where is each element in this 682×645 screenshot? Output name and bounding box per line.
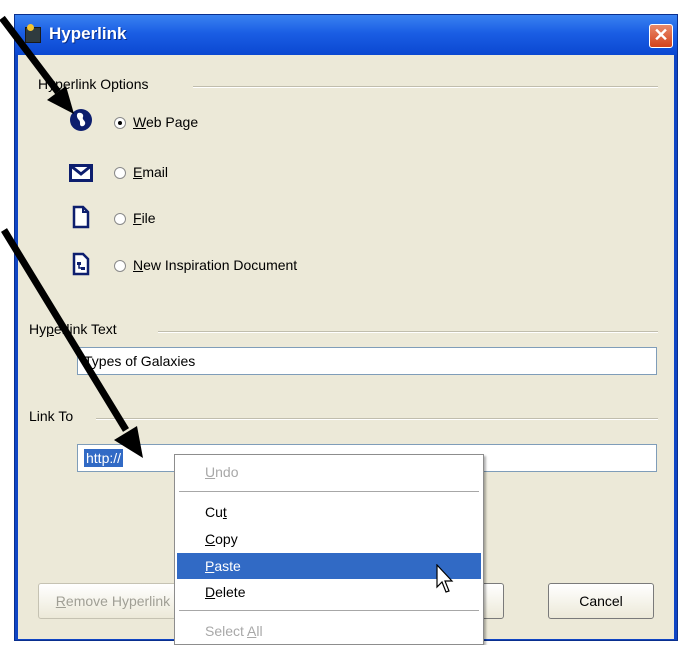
annotation-arrow-web-page (0, 15, 74, 114)
annotation-arrows (0, 15, 143, 458)
annotation-arrow-link-to (1, 228, 143, 458)
